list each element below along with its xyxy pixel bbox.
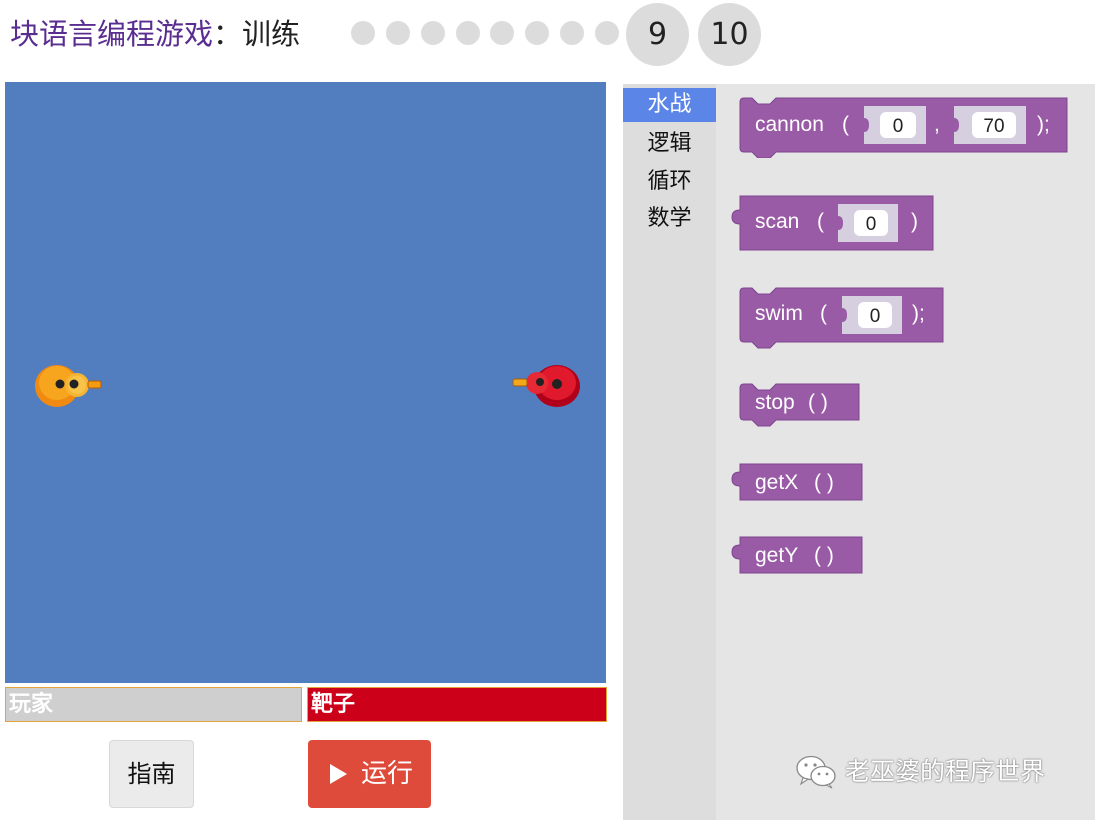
cannon-angle-value: 0 <box>893 116 904 137</box>
player-label: 玩家 <box>9 692 54 717</box>
open-paren-text: ( <box>817 210 824 233</box>
getx-block[interactable]: getX ( ) <box>728 462 868 506</box>
category-math[interactable]: 数学 <box>623 201 716 237</box>
category-naval-battle[interactable]: 水战 <box>623 88 716 122</box>
red-duck-icon <box>512 365 580 407</box>
level-button-9[interactable]: 9 <box>626 3 689 66</box>
level-dot-6[interactable] <box>525 21 549 45</box>
level-dot-2[interactable] <box>386 21 410 45</box>
parens-text: ( ) <box>808 391 828 414</box>
gety-block[interactable]: getY ( ) <box>728 535 868 579</box>
level-dot-3[interactable] <box>421 21 445 45</box>
toolbox: 水战 逻辑 循环 数学 <box>623 84 716 820</box>
wechat-icon <box>796 755 836 789</box>
level-dot-1[interactable] <box>351 21 375 45</box>
stop-block[interactable]: stop ( ) <box>738 382 863 430</box>
category-loops[interactable]: 循环 <box>623 164 716 200</box>
watermark-text: 老巫婆的程序世界 <box>845 757 1046 786</box>
category-logic[interactable]: 逻辑 <box>623 126 716 162</box>
header: 块语言编程游戏：训练 9 10 <box>0 0 1095 72</box>
title-separator: ： <box>213 17 243 51</box>
scan-block[interactable]: scan ( 0 ) <box>728 194 938 254</box>
mode-label: 训练 <box>242 17 301 51</box>
block-name-text: swim <box>755 302 803 325</box>
block-name-text: getY <box>755 544 798 567</box>
level-dot-4[interactable] <box>456 21 480 45</box>
run-button[interactable]: 运行 <box>308 740 431 808</box>
yellow-duck-icon <box>35 365 102 407</box>
swim-block[interactable]: swim ( 0 ); <box>738 286 948 350</box>
guide-button[interactable]: 指南 <box>109 740 194 808</box>
cannon-block[interactable]: cannon ( 0 , 70 ); <box>738 96 1073 158</box>
close-paren-text: ) <box>911 210 918 233</box>
open-paren-text: ( <box>820 302 827 325</box>
comma-text: , <box>934 113 940 136</box>
game-stage <box>5 82 606 683</box>
block-workspace[interactable]: 水战 逻辑 循环 数学 cannon ( 0 , 70 ); scan ( 0 … <box>623 84 1095 820</box>
parens-text: ( ) <box>814 544 834 567</box>
game-name: 块语言编程游戏 <box>10 17 214 51</box>
close-paren-text: ); <box>1037 113 1050 136</box>
open-paren-text: ( <box>842 113 849 136</box>
level-button-10[interactable]: 10 <box>698 3 761 66</box>
run-label: 运行 <box>361 759 414 789</box>
scan-angle-value: 0 <box>866 214 877 235</box>
swim-speed-value: 0 <box>870 306 881 327</box>
block-name-text: getX <box>755 471 798 494</box>
player-health-bar: 玩家 <box>5 687 302 722</box>
level-dot-7[interactable] <box>560 21 584 45</box>
close-paren-text: ); <box>912 302 925 325</box>
block-name-text: cannon <box>755 113 824 136</box>
page-title: 块语言编程游戏：训练 <box>10 14 300 54</box>
level-dot-5[interactable] <box>490 21 514 45</box>
block-name-text: scan <box>755 210 799 233</box>
target-label: 靶子 <box>311 692 356 717</box>
block-name-text: stop <box>755 391 795 414</box>
target-health-bar: 靶子 <box>307 687 607 722</box>
play-icon <box>330 764 347 784</box>
cannon-range-value: 70 <box>983 116 1004 137</box>
level-dot-8[interactable] <box>595 21 619 45</box>
parens-text: ( ) <box>814 471 834 494</box>
